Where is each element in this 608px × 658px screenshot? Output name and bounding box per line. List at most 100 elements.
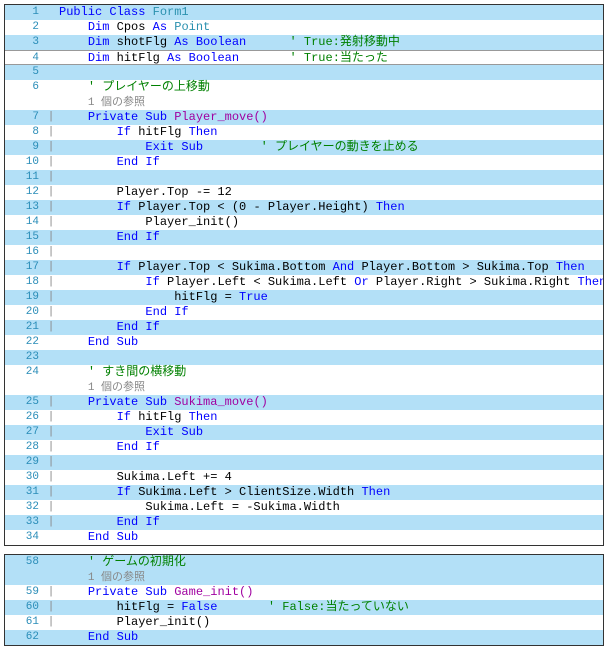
code-line[interactable]: 58 ' ゲームの初期化 <box>5 555 603 570</box>
code-line[interactable]: 10| End If <box>5 155 603 170</box>
code-line[interactable]: 4 Dim hitFlg As Boolean ' True:当たった <box>5 50 603 65</box>
code-line[interactable]: 34 End Sub <box>5 530 603 545</box>
code-line[interactable]: 15| End If <box>5 230 603 245</box>
line-number: 61 <box>5 615 45 630</box>
code-line[interactable]: 11| <box>5 170 603 185</box>
code-line[interactable]: 24 ' すき間の横移動 <box>5 365 603 380</box>
code-line[interactable]: 17| If Player.Top < Sukima.Bottom And Pl… <box>5 260 603 275</box>
code-content <box>57 245 603 260</box>
line-number <box>5 570 45 585</box>
code-line[interactable]: 9| Exit Sub ' プレイヤーの動きを止める <box>5 140 603 155</box>
code-line[interactable]: 59| Private Sub Game_init() <box>5 585 603 600</box>
code-line[interactable]: 26| If hitFlg Then <box>5 410 603 425</box>
code-line[interactable]: 3 Dim shotFlg As Boolean ' True:発射移動中 <box>5 35 603 50</box>
outline-marker <box>45 380 57 395</box>
code-content <box>57 455 603 470</box>
code-line[interactable]: 7| Private Sub Player_move() <box>5 110 603 125</box>
code-line[interactable]: 18| If Player.Left < Sukima.Left Or Play… <box>5 275 603 290</box>
code-content: Player_init() <box>57 615 603 630</box>
code-content: Exit Sub ' プレイヤーの動きを止める <box>57 140 603 155</box>
code-line[interactable]: 28| End If <box>5 440 603 455</box>
line-number: 19 <box>5 290 45 305</box>
code-block-1: 1Public Class Form12 Dim Cpos As Point3 … <box>4 4 604 546</box>
code-line[interactable]: 5 <box>5 65 603 80</box>
line-number: 6 <box>5 80 45 95</box>
outline-marker <box>45 555 57 570</box>
code-content: 1 個の参照 <box>57 380 603 395</box>
code-line[interactable]: 1Public Class Form1 <box>5 5 603 20</box>
outline-marker: | <box>45 585 57 600</box>
outline-marker: | <box>45 170 57 185</box>
line-number: 24 <box>5 365 45 380</box>
code-content: If Player.Top < Sukima.Bottom And Player… <box>57 260 603 275</box>
outline-marker: | <box>45 185 57 200</box>
code-content: ' ゲームの初期化 <box>57 555 603 570</box>
line-number: 10 <box>5 155 45 170</box>
outline-marker: | <box>45 305 57 320</box>
outline-marker: | <box>45 275 57 290</box>
outline-marker <box>45 630 57 645</box>
code-content <box>57 350 603 365</box>
outline-marker <box>45 20 57 35</box>
code-content <box>57 170 603 185</box>
code-line[interactable]: 61| Player_init() <box>5 615 603 630</box>
outline-marker: | <box>45 320 57 335</box>
line-number: 17 <box>5 260 45 275</box>
code-line[interactable]: 20| End If <box>5 305 603 320</box>
code-content: End Sub <box>57 630 603 645</box>
code-line[interactable]: 2 Dim Cpos As Point <box>5 20 603 35</box>
line-number: 62 <box>5 630 45 645</box>
line-number: 34 <box>5 530 45 545</box>
code-line[interactable]: 27| Exit Sub <box>5 425 603 440</box>
code-line[interactable]: 21| End If <box>5 320 603 335</box>
line-number: 26 <box>5 410 45 425</box>
code-block-2: 58 ' ゲームの初期化 1 個の参照59| Private Sub Game_… <box>4 554 604 646</box>
outline-marker <box>45 80 57 95</box>
code-line[interactable]: 22 End Sub <box>5 335 603 350</box>
line-number: 30 <box>5 470 45 485</box>
code-line[interactable]: 8| If hitFlg Then <box>5 125 603 140</box>
code-line[interactable]: 1 個の参照 <box>5 95 603 110</box>
code-content: Private Sub Player_move() <box>57 110 603 125</box>
outline-marker: | <box>45 600 57 615</box>
code-line[interactable]: 23 <box>5 350 603 365</box>
outline-marker: | <box>45 215 57 230</box>
line-number: 60 <box>5 600 45 615</box>
code-line[interactable]: 16| <box>5 245 603 260</box>
line-number: 7 <box>5 110 45 125</box>
code-content: Player_init() <box>57 215 603 230</box>
code-content: End If <box>57 155 603 170</box>
code-line[interactable]: 30| Sukima.Left += 4 <box>5 470 603 485</box>
code-line[interactable]: 60| hitFlg = False ' False:当たっていない <box>5 600 603 615</box>
code-line[interactable]: 1 個の参照 <box>5 570 603 585</box>
code-content: 1 個の参照 <box>57 95 603 110</box>
outline-marker: | <box>45 200 57 215</box>
code-line[interactable]: 12| Player.Top -= 12 <box>5 185 603 200</box>
outline-marker <box>45 365 57 380</box>
code-content: Dim Cpos As Point <box>57 20 603 35</box>
code-line[interactable]: 33| End If <box>5 515 603 530</box>
code-line[interactable]: 25| Private Sub Sukima_move() <box>5 395 603 410</box>
code-line[interactable]: 19| hitFlg = True <box>5 290 603 305</box>
line-number: 23 <box>5 350 45 365</box>
code-line[interactable]: 14| Player_init() <box>5 215 603 230</box>
line-number: 32 <box>5 500 45 515</box>
code-line[interactable]: 1 個の参照 <box>5 380 603 395</box>
code-content: End If <box>57 440 603 455</box>
code-line[interactable]: 13| If Player.Top < (0 - Player.Height) … <box>5 200 603 215</box>
line-number: 28 <box>5 440 45 455</box>
code-content: Dim hitFlg As Boolean ' True:当たった <box>57 51 603 64</box>
code-content: If hitFlg Then <box>57 125 603 140</box>
line-number: 25 <box>5 395 45 410</box>
code-line[interactable]: 62 End Sub <box>5 630 603 645</box>
code-line[interactable]: 32| Sukima.Left = -Sukima.Width <box>5 500 603 515</box>
code-content: End If <box>57 230 603 245</box>
line-number: 31 <box>5 485 45 500</box>
code-line[interactable]: 31| If Sukima.Left > ClientSize.Width Th… <box>5 485 603 500</box>
code-line[interactable]: 6 ' プレイヤーの上移動 <box>5 80 603 95</box>
line-number: 13 <box>5 200 45 215</box>
outline-marker: | <box>45 395 57 410</box>
line-number: 29 <box>5 455 45 470</box>
line-number <box>5 380 45 395</box>
code-line[interactable]: 29| <box>5 455 603 470</box>
